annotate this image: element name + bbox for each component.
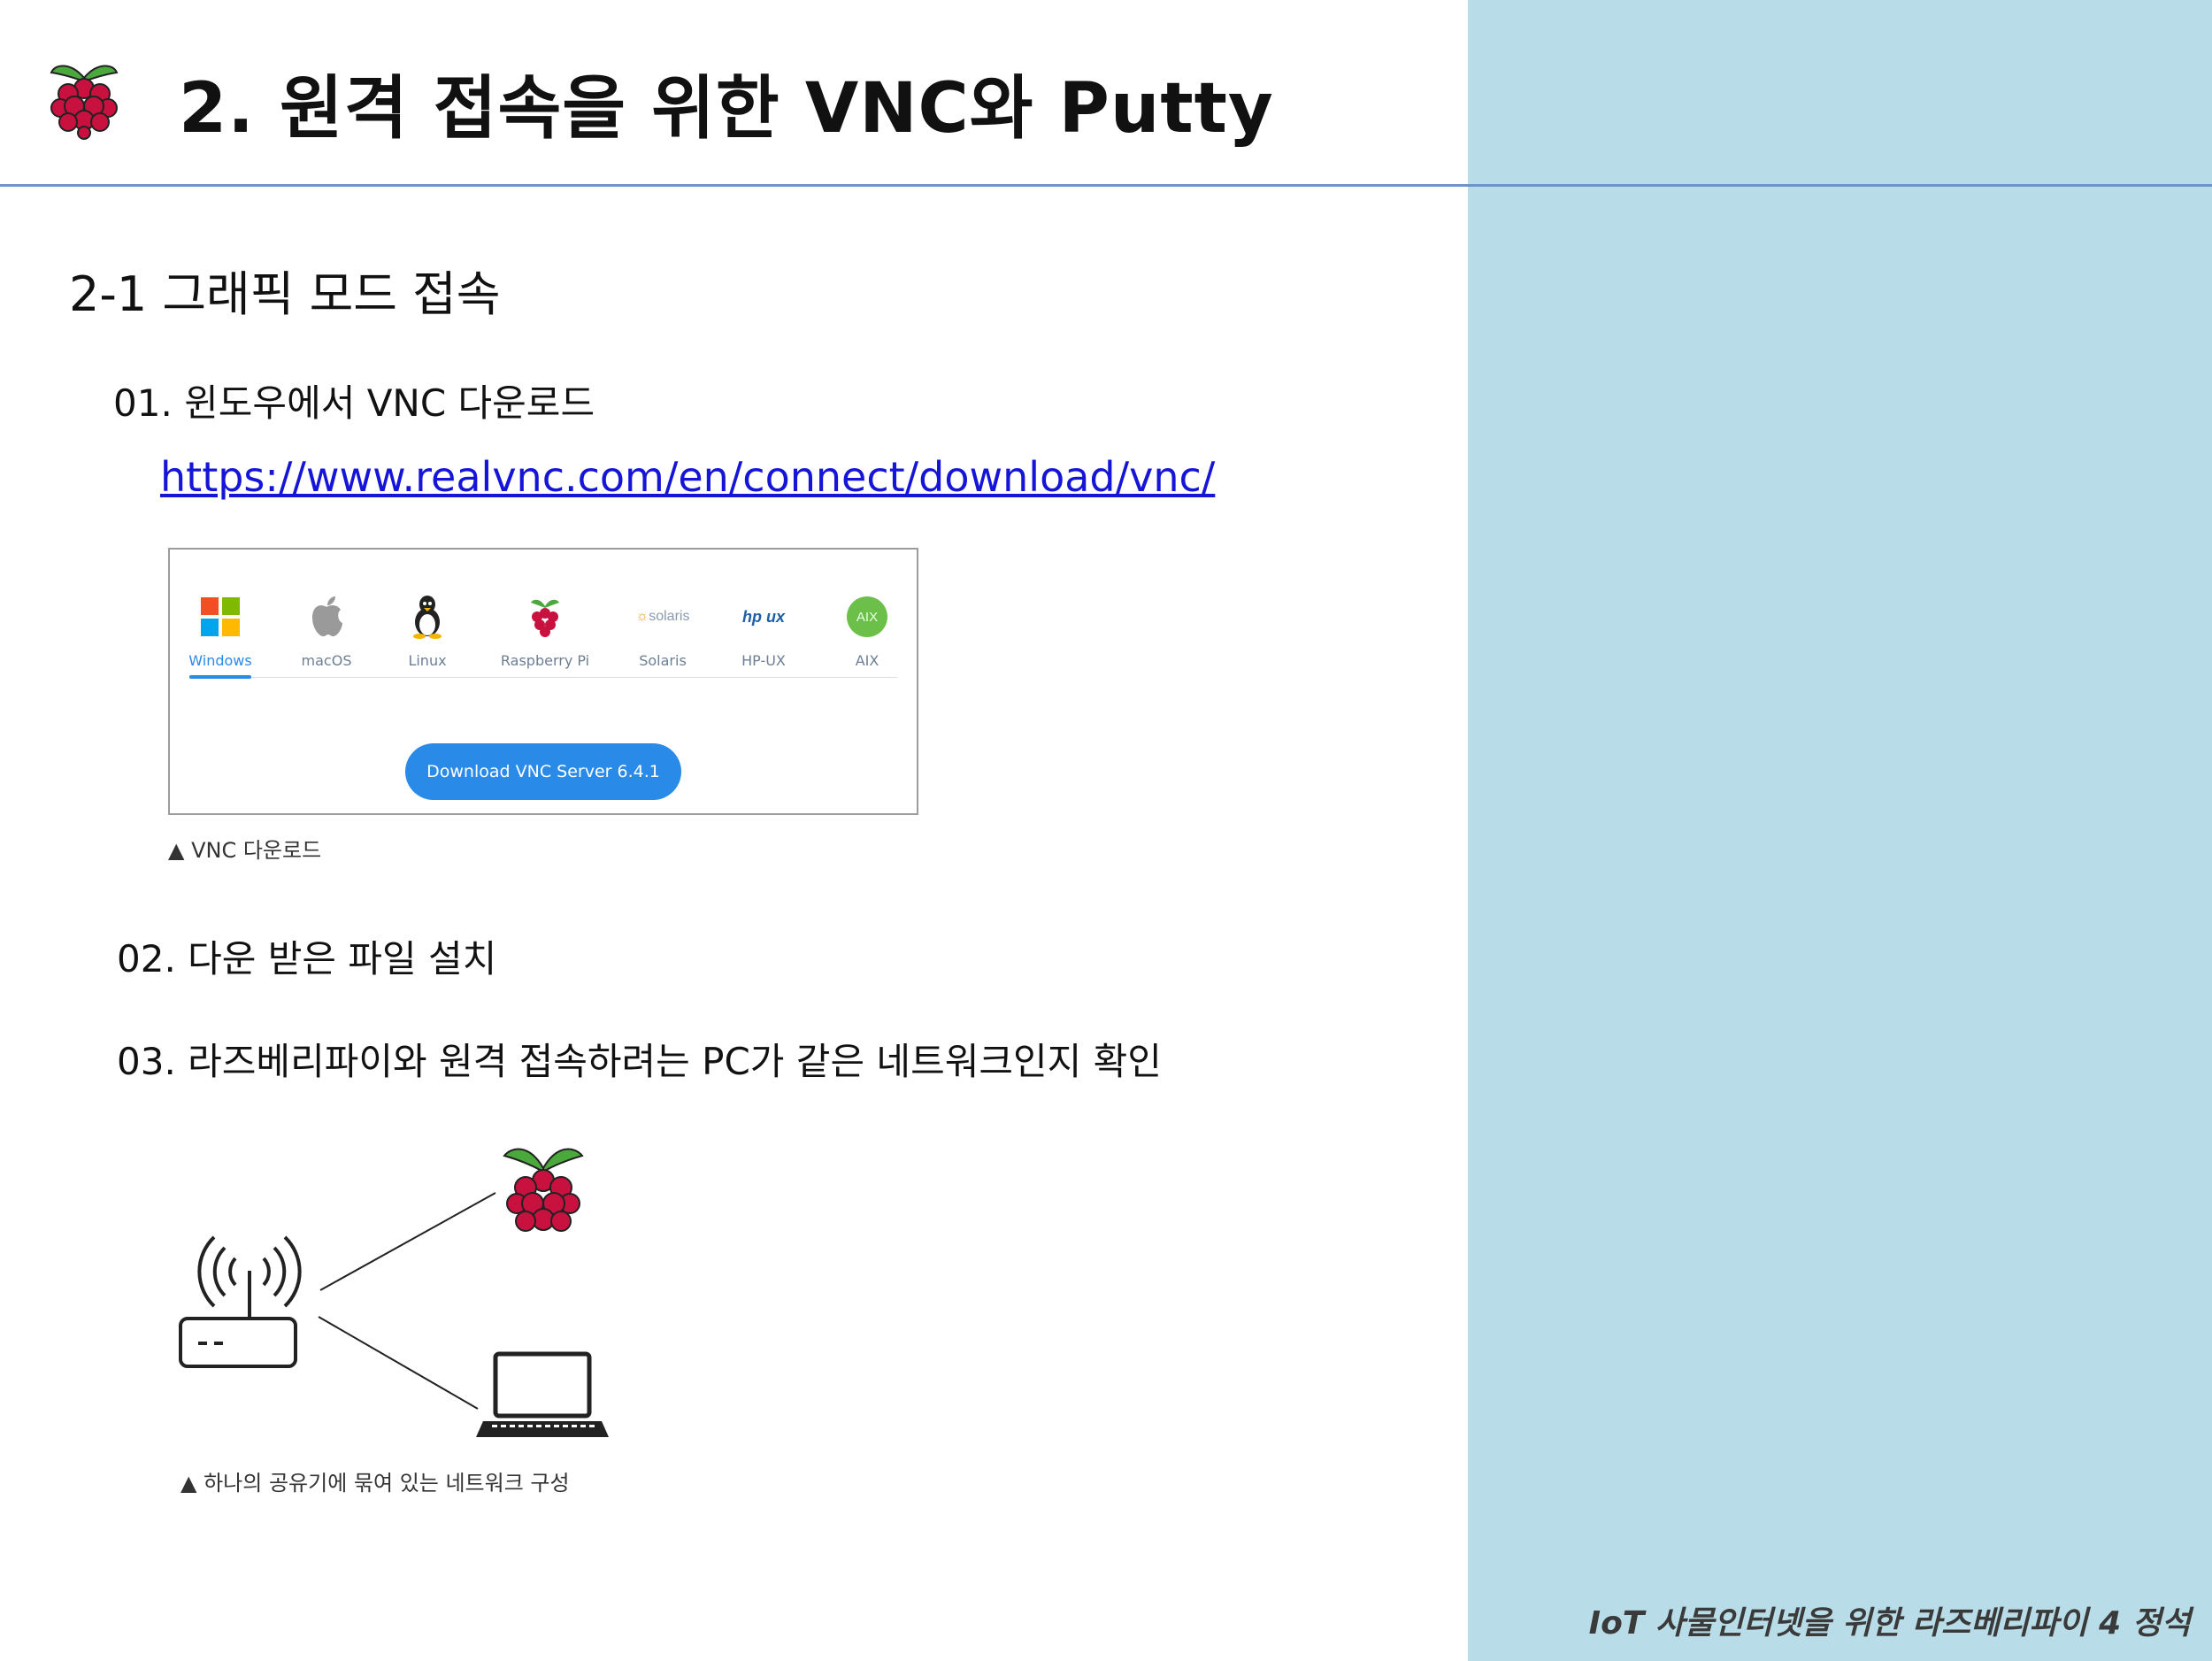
router-icon (179, 1235, 302, 1368)
raspberry-pi-icon (503, 1148, 584, 1232)
platform-tab-windows[interactable]: Windows (167, 592, 273, 669)
platform-tab-raspberry-pi[interactable]: Raspberry Pi (492, 592, 598, 669)
tab-divider (189, 677, 897, 678)
step-02: 02. 다운 받은 파일 설치 (117, 937, 497, 980)
platform-tab-hp-ux[interactable]: hp ux HP-UX (710, 592, 817, 670)
section-heading: 2-1 그래픽 모드 접속 (69, 266, 501, 322)
platform-tab-macos[interactable]: macOS (273, 592, 380, 669)
platform-label: macOS (301, 652, 352, 669)
network-caption: ▲ 하나의 공유기에 묶여 있는 네트워크 구성 (180, 1471, 570, 1496)
connection-line-laptop (318, 1316, 479, 1410)
connection-line-pi (319, 1192, 496, 1291)
platform-tab-aix[interactable]: AIX AIX (814, 592, 920, 669)
book-title-footer: IoT 사물인터넷을 위한 라즈베리파이 4 정석 (1588, 1605, 2191, 1642)
step-03: 03. 라즈베리파이와 원격 접속하려는 PC가 같은 네트워크인지 확인 (117, 1040, 1162, 1083)
platform-label: Linux (408, 652, 447, 669)
header-divider (0, 184, 2212, 187)
platform-label: AIX (855, 652, 879, 669)
raspberry-pi-icon (531, 599, 559, 637)
side-panel (1468, 0, 2212, 1661)
step-01: 01. 윈도우에서 VNC 다운로드 (113, 381, 595, 425)
platform-label: HP-UX (741, 652, 786, 669)
aix-icon: AIX (847, 596, 887, 637)
tab-selected-indicator (189, 675, 251, 679)
raspberry-pi-logo-icon (50, 65, 119, 140)
platform-tab-linux[interactable]: Linux (374, 592, 480, 669)
windows-icon (201, 597, 240, 636)
platform-label: Windows (188, 652, 252, 669)
page-title: 2. 원격 접속을 위한 VNC와 Putty (179, 69, 1274, 149)
linux-tux-icon (413, 596, 442, 639)
platform-tab-solaris[interactable]: ☼solaris Solaris (610, 592, 716, 669)
platform-label: Solaris (639, 652, 687, 669)
hp-ux-icon: hp ux (742, 607, 785, 626)
platform-label: Raspberry Pi (500, 652, 590, 669)
laptop-icon (476, 1351, 609, 1437)
apple-icon (312, 596, 342, 637)
solaris-icon: ☼solaris (635, 609, 690, 624)
vnc-download-link[interactable]: https://www.realvnc.com/en/connect/downl… (160, 453, 1215, 501)
vnc-download-screenshot: Windows macOS Linux Raspberry Pi ☼solari… (168, 548, 918, 815)
download-caption: ▲ VNC 다운로드 (168, 838, 322, 863)
network-diagram (179, 1148, 609, 1437)
download-vnc-server-button[interactable]: Download VNC Server 6.4.1 (405, 743, 681, 800)
